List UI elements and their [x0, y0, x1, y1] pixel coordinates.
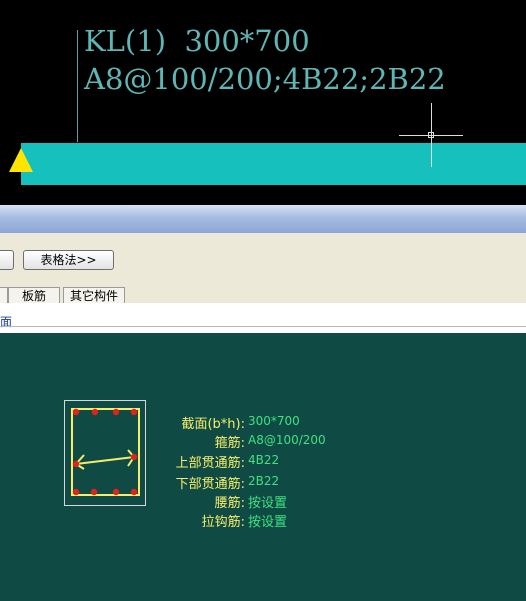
top-rebar-1 [72, 408, 80, 416]
table-method-button[interactable]: 表格法>> [23, 250, 114, 270]
section-label: 面 [0, 315, 13, 329]
beam-annotation-line1: KL(1) 300*700 [84, 24, 310, 58]
top-rebar-3 [112, 408, 120, 416]
tab-partial[interactable] [0, 287, 8, 304]
tie-bar [75, 456, 135, 465]
warning-triangle-icon [9, 148, 33, 172]
section-header-bar: 面 [0, 303, 526, 333]
prop-section-value: 300*700 [248, 414, 300, 428]
tab-other-components[interactable]: 其它构件 [63, 287, 125, 304]
prop-bottom-rebar-label: 下部贯通筋: [175, 477, 245, 492]
beam-annotation-line2: A8@100/200;4B22;2B22 [84, 62, 446, 96]
dialog-toolbar: 表格法>> [0, 233, 526, 285]
section-preview-panel: 截面(b*h): 300*700 箍筋: A8@100/200 上部贯通筋: 4… [0, 333, 526, 601]
crosshair-pickbox-icon [428, 132, 434, 138]
prop-top-rebar-label: 上部贯通筋: [175, 456, 245, 471]
prop-bottom-rebar-value: 2B22 [248, 474, 280, 488]
component-tabbar: 板筋 其它构件 [0, 285, 526, 304]
bottom-rebar-1 [72, 488, 80, 496]
tab-slab-rebar[interactable]: 板筋 [8, 287, 60, 304]
side-rebar-left [72, 460, 80, 468]
rebar-dialog: 表格法>> 板筋 其它构件 面 截面(b*h): 300*700 箍筋: A8@… [0, 205, 526, 601]
prop-tie-rebar-label: 拉钩筋: [201, 515, 245, 530]
bottom-rebar-2 [90, 488, 98, 496]
prop-top-rebar-value: 4B22 [248, 453, 280, 467]
bottom-rebar-3 [112, 488, 120, 496]
prop-waist-rebar-label: 腰筋: [214, 496, 245, 511]
top-rebar-4 [130, 408, 138, 416]
beam-section-thumbnail[interactable] [64, 400, 146, 506]
prop-waist-rebar-value: 按设置 [248, 496, 288, 511]
partial-button[interactable] [0, 250, 14, 270]
prop-section-label: 截面(b*h): [181, 417, 245, 432]
beam-element[interactable] [21, 143, 526, 185]
annotation-leader-line [77, 30, 78, 142]
side-rebar-right [130, 453, 138, 461]
prop-stirrup-label: 箍筋: [214, 436, 245, 451]
prop-stirrup-value: A8@100/200 [248, 433, 326, 447]
prop-tie-rebar-value: 按设置 [248, 515, 288, 530]
cad-viewport[interactable]: KL(1) 300*700 A8@100/200;4B22;2B22 [0, 0, 526, 205]
top-rebar-2 [91, 408, 99, 416]
header-divider [0, 326, 526, 327]
bottom-rebar-4 [130, 488, 138, 496]
dialog-titlebar[interactable] [0, 205, 526, 233]
